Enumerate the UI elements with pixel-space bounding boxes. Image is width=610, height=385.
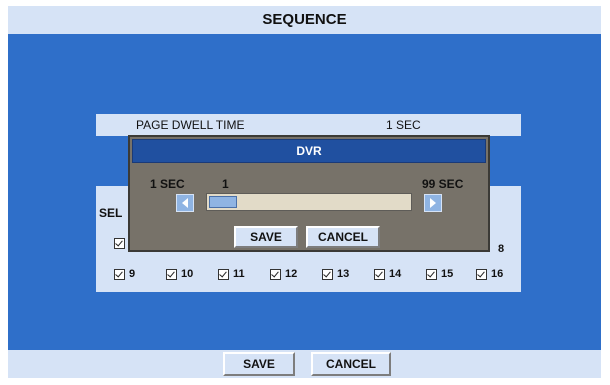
camera-11[interactable]: 11	[218, 268, 245, 280]
page-dwell-label: PAGE DWELL TIME	[136, 118, 245, 132]
dialog-save-button[interactable]: SAVE	[234, 226, 298, 248]
page-dwell-row[interactable]: PAGE DWELL TIME 1 SEC	[96, 114, 521, 136]
checkbox-icon	[426, 268, 437, 280]
camera-12[interactable]: 12	[270, 268, 297, 280]
camera-14[interactable]: 14	[374, 268, 401, 280]
checkbox-icon	[218, 268, 229, 280]
checkbox-icon	[166, 268, 177, 280]
camera-10[interactable]: 10	[166, 268, 193, 280]
cancel-button[interactable]: CANCEL	[311, 352, 391, 376]
slider-fill	[209, 196, 237, 208]
save-button[interactable]: SAVE	[223, 352, 295, 376]
camera-16[interactable]: 16	[476, 268, 503, 280]
current-value-label: 1	[222, 177, 229, 191]
dvr-dialog: DVR 1 SEC 1 99 SEC SAVE CANCEL	[128, 135, 490, 252]
camera-8-label: 8	[498, 243, 505, 255]
checkbox-icon	[270, 268, 281, 280]
page-title: SEQUENCE	[8, 6, 601, 34]
checkbox-icon	[476, 268, 487, 280]
checkbox-icon	[374, 268, 385, 280]
min-value-label: 1 SEC	[150, 177, 185, 191]
decrease-button[interactable]	[176, 194, 194, 212]
select-label: SEL	[99, 206, 123, 220]
camera-15[interactable]: 15	[426, 268, 453, 280]
camera-9[interactable]: 9	[114, 268, 135, 280]
dialog-cancel-button[interactable]: CANCEL	[306, 226, 380, 248]
chevron-right-icon	[430, 198, 436, 208]
dwell-slider[interactable]	[206, 193, 412, 211]
dialog-title: DVR	[132, 139, 486, 163]
increase-button[interactable]	[424, 194, 442, 212]
page-dwell-value: 1 SEC	[386, 118, 421, 132]
footer-bar: SAVE CANCEL	[8, 350, 601, 378]
camera-1-checkbox[interactable]	[114, 238, 125, 249]
checkbox-icon	[114, 268, 125, 280]
max-value-label: 99 SEC	[422, 177, 464, 191]
checkbox-icon	[322, 268, 333, 280]
chevron-left-icon	[182, 198, 188, 208]
camera-13[interactable]: 13	[322, 268, 349, 280]
